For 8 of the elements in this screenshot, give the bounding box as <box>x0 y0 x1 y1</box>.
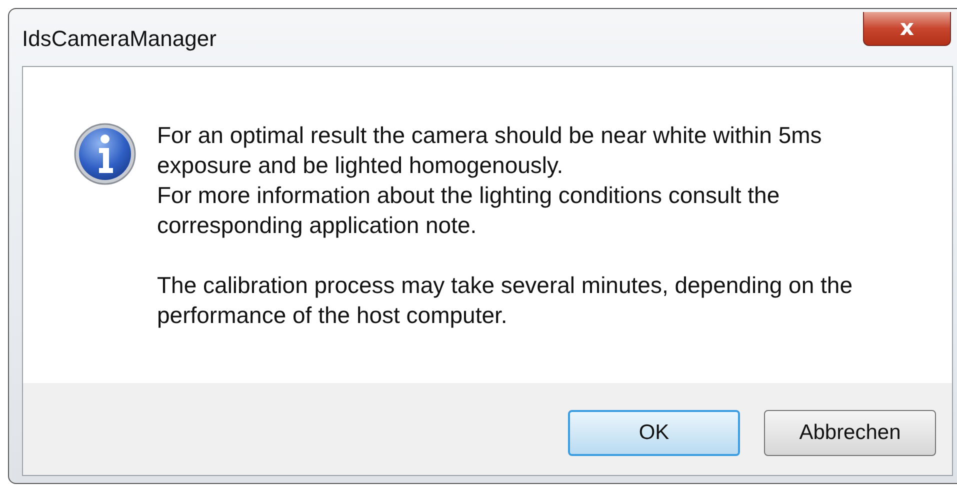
message-text: The calibration process may take several minutes, depending on the performance of the host computer. <box>157 271 854 330</box>
cancel-button[interactable]: Abbrechen <box>764 410 936 456</box>
message-text: For more information about the lighting conditions consult the corresponding application note. <box>157 181 781 240</box>
close-button[interactable]: x <box>863 12 951 46</box>
message-text: For an optimal result the camera should be near white within 5ms exposure and be lighted homogenously. <box>157 121 823 180</box>
window-title: IdsCameraManager <box>22 26 216 52</box>
info-icon <box>73 122 137 186</box>
ok-button[interactable]: OK <box>568 410 740 456</box>
